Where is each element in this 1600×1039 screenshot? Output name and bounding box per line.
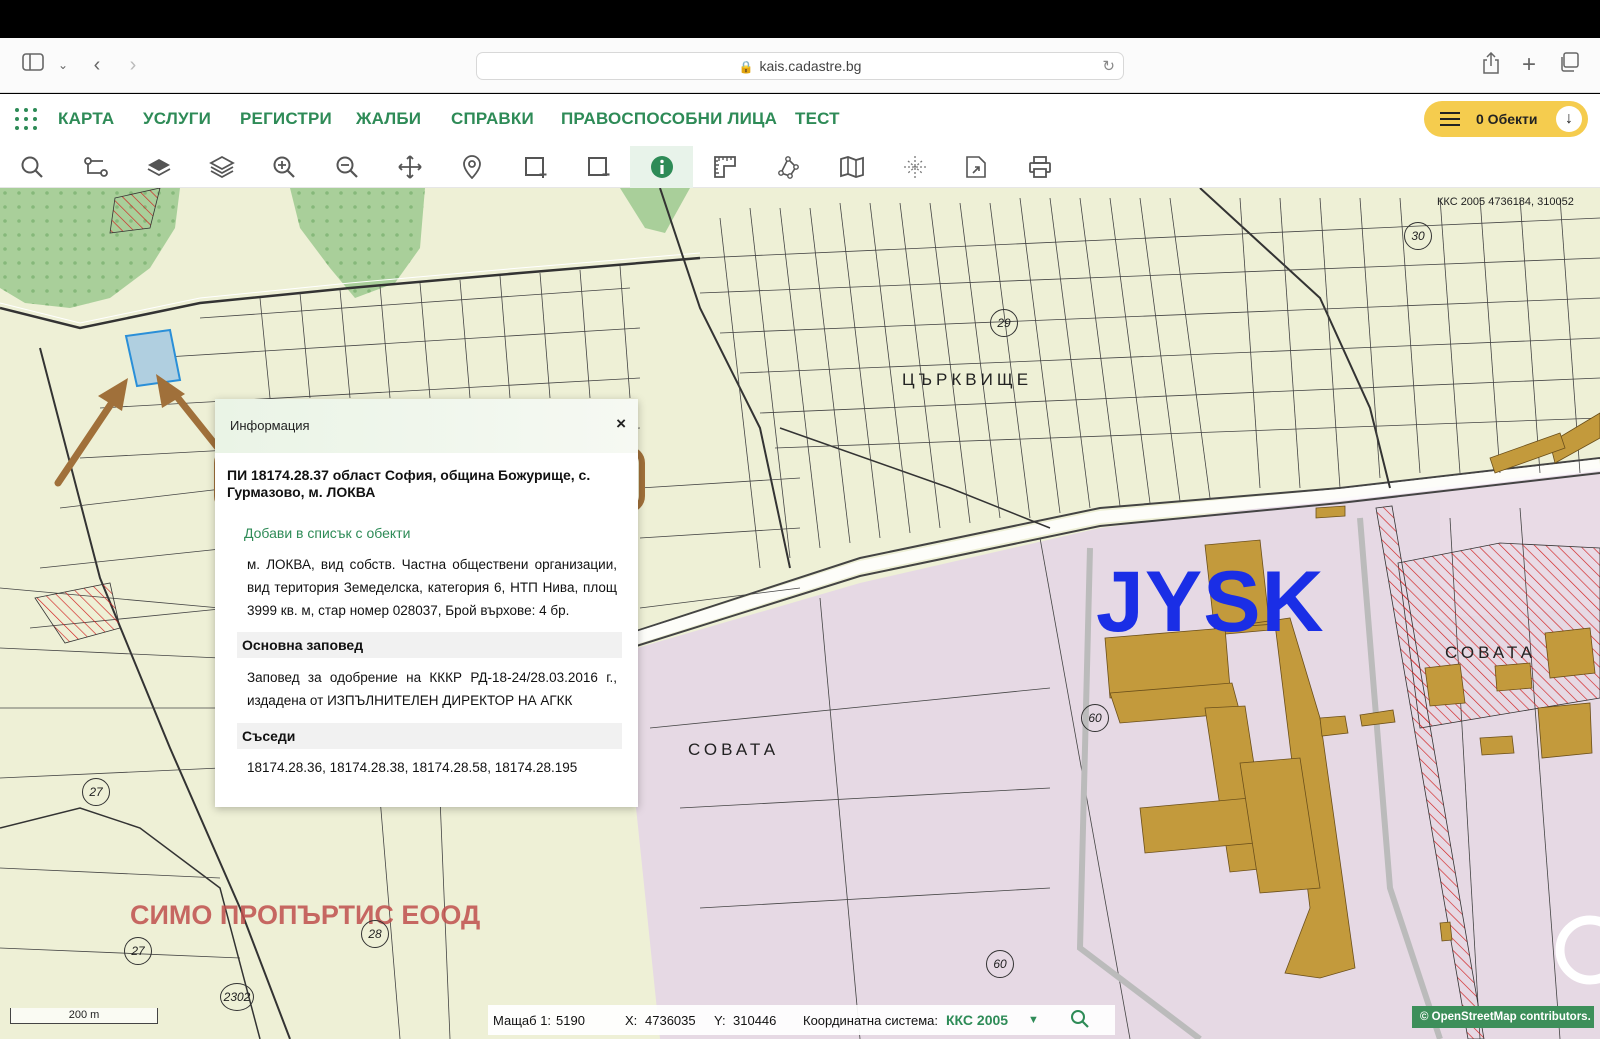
zoom-out-icon: [336, 156, 358, 178]
route-tool[interactable]: [63, 146, 126, 188]
scale-label: Мащаб 1:: [493, 1013, 552, 1028]
order-text: Заповед за одобрение на КККР РД-18-24/28…: [247, 670, 617, 708]
back-icon[interactable]: ‹: [84, 52, 110, 78]
reload-icon[interactable]: ↻: [1102, 53, 1115, 80]
parcel-title: ПИ 18174.28.37 област София, община Божу…: [227, 467, 591, 500]
neighbors-list: 18174.28.36, 18174.28.38, 18174.28.58, 1…: [247, 760, 578, 775]
label-tsarkvishte: ЦЪРКВИЩЕ: [902, 370, 1033, 389]
x-label: X:: [625, 1013, 638, 1028]
locality-number-2302: 2302: [220, 983, 254, 1011]
locality-number-27b: 27: [124, 937, 152, 965]
close-icon[interactable]: ×: [616, 414, 626, 434]
export-icon: [966, 156, 986, 178]
system-top-bar: [0, 0, 1600, 38]
apps-grid-icon[interactable]: [14, 107, 40, 133]
locality-number-60a: 60: [1081, 704, 1109, 732]
scale-value[interactable]: 5190: [556, 1013, 585, 1028]
label-company: СИМО ПРОПЪРТИС ЕООД: [130, 900, 481, 930]
route-icon: [84, 157, 108, 177]
lock-icon: 🔒: [738, 60, 754, 74]
pan-icon: [398, 155, 422, 179]
map-toolbar: [0, 146, 1600, 188]
sidebar-toggle-icon[interactable]: [20, 52, 46, 78]
locality-number-29: 29: [990, 309, 1018, 337]
osm-attribution[interactable]: © OpenStreetMap contributors.: [1412, 1006, 1594, 1028]
nav-karta[interactable]: КАРТА: [58, 109, 114, 129]
nav-spravki[interactable]: СПРАВКИ: [451, 109, 534, 129]
parcel-description: м. ЛОКВА, вид собств. Частна обществени …: [247, 557, 617, 618]
nav-zhalbi[interactable]: ЖАЛБИ: [356, 109, 421, 129]
locality-number-27a: 27: [82, 778, 110, 806]
locality-number-60b: 60: [986, 950, 1014, 978]
new-tab-icon[interactable]: +: [1516, 52, 1542, 78]
tabs-overview-icon[interactable]: [1556, 52, 1582, 78]
address-bar[interactable]: 🔒 kais.cadastre.bg ↻: [476, 52, 1124, 80]
section-order-title: Основна заповед: [237, 632, 622, 658]
popup-header: Информация ×: [215, 399, 638, 453]
x-value: 4736035: [645, 1013, 696, 1028]
map-tool[interactable]: [819, 146, 882, 188]
location-tool[interactable]: [441, 146, 504, 188]
nav-test[interactable]: ТЕСТ: [795, 109, 840, 129]
chevron-down-icon[interactable]: ⌄: [50, 52, 76, 78]
scale-bar: 200 m: [10, 1008, 158, 1024]
menu-icon: [1440, 112, 1460, 126]
pan-tool[interactable]: [378, 146, 441, 188]
info-icon: [651, 156, 673, 178]
objects-label: 0 Обекти: [1476, 111, 1538, 127]
url-text: kais.cadastre.bg: [759, 58, 862, 74]
y-value: 310446: [733, 1013, 777, 1028]
popup-title: Информация: [230, 418, 310, 433]
export-tool[interactable]: [945, 146, 1008, 188]
zoom-out-tool[interactable]: [315, 146, 378, 188]
search-tool[interactable]: [0, 146, 63, 188]
locality-number-28: 28: [361, 920, 389, 948]
layers-tool[interactable]: [126, 146, 189, 188]
polygon-icon: [778, 156, 799, 179]
label-jysk: JYSK: [1096, 554, 1325, 650]
crs-dropdown-icon[interactable]: ▼: [1028, 1014, 1039, 1026]
search-icon: [21, 156, 43, 178]
select-remove-tool[interactable]: [567, 146, 630, 188]
select-add-icon: [525, 157, 547, 178]
objects-button[interactable]: 0 Обекти ↓: [1424, 101, 1588, 137]
crs-label: Координатна система:: [803, 1013, 938, 1028]
measure-tool[interactable]: [693, 146, 756, 188]
grid-icon: [904, 156, 926, 178]
layers-stack-tool[interactable]: [189, 146, 252, 188]
zoom-in-tool[interactable]: [252, 146, 315, 188]
coordinates-readout-top: ККС 2005 4736184, 310052: [1437, 196, 1574, 208]
nav-registri[interactable]: РЕГИСТРИ: [240, 109, 332, 129]
print-icon: [1029, 156, 1051, 178]
measure-icon: [714, 156, 736, 178]
grid-tool[interactable]: [882, 146, 945, 188]
label-sovata-2: СОВАТА: [1445, 643, 1537, 662]
info-popup: Информация × ПИ 18174.28.37 област София…: [215, 399, 638, 807]
share-icon[interactable]: [1478, 51, 1504, 78]
info-tool[interactable]: [630, 146, 693, 188]
location-pin-icon: [463, 155, 481, 179]
select-add-tool[interactable]: [504, 146, 567, 188]
locality-number-30: 30: [1404, 222, 1432, 250]
layers-icon: [147, 159, 171, 177]
print-tool[interactable]: [1008, 146, 1071, 188]
download-icon[interactable]: ↓: [1556, 106, 1582, 132]
select-remove-icon: [588, 157, 610, 176]
search-icon[interactable]: [1070, 1009, 1090, 1032]
section-neighbors-title: Съседи: [237, 723, 622, 749]
add-to-objects-link[interactable]: Добави в списък с обекти: [244, 525, 410, 541]
forward-icon[interactable]: ›: [120, 52, 146, 78]
layers-stack-icon: [209, 155, 235, 179]
map-status-bar: Мащаб 1: 5190 X: 4736035 Y: 310446 Коорд…: [488, 1005, 1115, 1035]
map-icon: [840, 156, 864, 178]
y-label: Y:: [714, 1013, 726, 1028]
nav-pravosposobni-litsa[interactable]: ПРАВОСПОСОБНИ ЛИЦА: [561, 109, 777, 129]
main-navigation: КАРТА УСЛУГИ РЕГИСТРИ ЖАЛБИ СПРАВКИ ПРАВ…: [0, 94, 1600, 146]
zoom-in-icon: [273, 156, 295, 178]
nav-uslugi[interactable]: УСЛУГИ: [143, 109, 211, 129]
label-sovata-1: СОВАТА: [688, 740, 780, 759]
crs-value[interactable]: ККС 2005: [946, 1012, 1008, 1028]
polygon-tool[interactable]: [756, 146, 819, 188]
browser-chrome: ⌄ ‹ › 🔒 kais.cadastre.bg ↻ +: [0, 38, 1600, 93]
